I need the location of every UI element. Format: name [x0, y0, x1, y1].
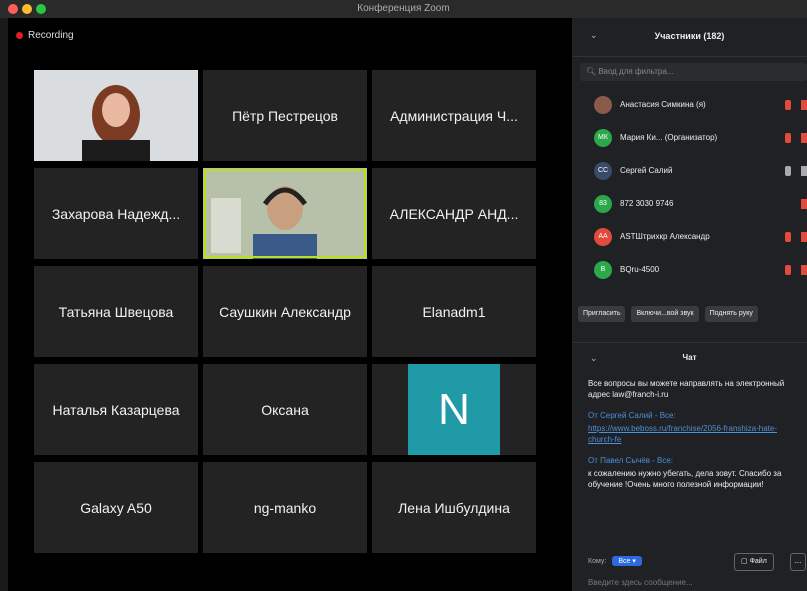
participant-row[interactable]: МК Мария Ки... (Организатор): [572, 121, 807, 154]
participant-tile[interactable]: Наталья Казарцева: [34, 364, 198, 455]
participant-name: Пётр Пестрецов: [232, 107, 338, 124]
participant-name: Оксана: [261, 401, 309, 418]
chat-messages: Все вопросы вы можете направлять на элек…: [588, 378, 798, 500]
participant-tile[interactable]: Лена Ишбулдина: [372, 462, 536, 553]
video-off-icon: [801, 132, 807, 143]
chat-recipient: Кому: Все ▾: [588, 556, 642, 566]
participant-list: Анастасия Симкина (я) МК Мария Ки... (Ор…: [572, 88, 807, 286]
window-titlebar: Конференция Zoom: [0, 0, 807, 18]
window-title: Конференция Zoom: [357, 3, 450, 14]
avatar: АА: [594, 227, 612, 246]
avatar: В: [594, 260, 612, 279]
message-sender: От Сергей Салий - Все:: [588, 411, 676, 420]
participant-label: Сергей Салий: [620, 166, 673, 175]
participant-avatar: N: [408, 364, 500, 455]
mic-icon: [785, 165, 791, 176]
unmute-button[interactable]: Включи...вой звук: [631, 306, 699, 322]
participant-video-icon: [203, 168, 367, 259]
active-speaker-video-tile[interactable]: [203, 168, 367, 259]
participants-title: Участники (182): [654, 31, 725, 41]
participant-row[interactable]: СС Сергей Салий: [572, 154, 807, 187]
search-placeholder: Ввод для фильтра...: [598, 67, 674, 76]
participant-label: Анастасия Симкина (я): [620, 100, 706, 109]
participant-label: BQru-4500: [620, 265, 660, 274]
mic-muted-icon: [785, 99, 791, 110]
participant-row[interactable]: АА ASTШтрихкр Александр: [572, 220, 807, 253]
recording-label: Recording: [28, 30, 74, 41]
to-label: Кому:: [588, 557, 607, 565]
participant-tile[interactable]: Захарова Надежд...: [34, 168, 198, 259]
participant-name: Татьяна Швецова: [58, 303, 174, 320]
participant-row[interactable]: Анастасия Симкина (я): [572, 88, 807, 121]
participant-name: Лена Ишбулдина: [398, 499, 510, 516]
video-tile[interactable]: [34, 70, 198, 161]
video-gallery: Recording Пётр Пестрецов Администрация Ч…: [8, 18, 572, 591]
chat-message: От Сергей Салий - Все: https://www.bebos…: [588, 410, 798, 445]
search-icon: 🔍︎: [586, 67, 597, 76]
participant-tile[interactable]: Оксана: [203, 364, 367, 455]
participant-name: АЛЕКСАНДР АНД...: [389, 205, 519, 222]
chat-header: ⌄ Чат: [572, 342, 807, 371]
recording-dot-icon: [16, 32, 23, 39]
video-off-icon: [801, 99, 807, 110]
participant-name: Elanadm1: [422, 303, 486, 320]
message-link[interactable]: https://www.beboss.ru/franchise/2056-fra…: [588, 423, 798, 445]
participant-tile[interactable]: Elanadm1: [372, 266, 536, 357]
participant-name: Администрация Ч...: [390, 107, 518, 124]
more-button[interactable]: ...: [790, 553, 806, 571]
participant-tile[interactable]: Саушкин Александр: [203, 266, 367, 357]
participant-label: ASTШтрихкр Александр: [620, 232, 710, 241]
participant-tile[interactable]: АЛЕКСАНДР АНД...: [372, 168, 536, 259]
file-icon: ▢: [741, 558, 748, 565]
video-off-icon: [801, 264, 807, 275]
chat-message: От Павел Сычёв - Все: к сожалению нужно …: [588, 455, 798, 490]
participant-name: Захарова Надежд...: [51, 205, 181, 222]
mic-muted-icon: [785, 231, 791, 242]
avatar: [594, 95, 612, 114]
participant-tile[interactable]: ng-manko: [203, 462, 367, 553]
message-sender: От Павел Сычёв - Все:: [588, 456, 674, 465]
video-off-icon: [801, 198, 807, 209]
chat-title: Чат: [682, 353, 697, 362]
avatar: 83: [594, 194, 612, 213]
participant-name: Galaxy A50: [80, 499, 152, 516]
participant-tile[interactable]: Пётр Пестрецов: [203, 70, 367, 161]
participant-row[interactable]: В BQru-4500: [572, 253, 807, 286]
file-button[interactable]: ▢ Файл: [734, 553, 774, 571]
recipient-select[interactable]: Все ▾: [612, 556, 642, 566]
mic-muted-icon: [785, 264, 791, 275]
chat-input[interactable]: Введите здесь сообщение...: [588, 578, 798, 587]
mic-muted-icon: [785, 132, 791, 143]
chat-message: Все вопросы вы можете направлять на элек…: [588, 378, 798, 400]
invite-button[interactable]: Пригласить: [578, 306, 626, 322]
participant-search-input[interactable]: 🔍︎ Ввод для фильтра...: [580, 63, 807, 81]
message-text: к сожалению нужно убегать, дела зовут. С…: [588, 469, 782, 489]
participant-label: Мария Ки... (Организатор): [620, 133, 718, 142]
recipient-value: Все: [618, 558, 631, 565]
file-button-label: Файл: [749, 558, 767, 565]
message-text: Все вопросы вы можете направлять на элек…: [588, 379, 785, 399]
participants-header: ⌄ Участники (182): [572, 18, 807, 57]
participant-label: 872 3030 9746: [620, 199, 674, 208]
avatar: МК: [594, 128, 612, 147]
participant-name: Саушкин Александр: [219, 303, 351, 320]
video-icon: [801, 165, 807, 176]
participant-tile[interactable]: Татьяна Швецова: [34, 266, 198, 357]
side-panel: ⌄ Участники (182) 🔍︎ Ввод для фильтра...…: [572, 18, 807, 591]
participant-tile[interactable]: N: [372, 364, 536, 455]
avatar: СС: [594, 161, 612, 180]
participant-name: ng-manko: [253, 499, 317, 516]
participant-name: Наталья Казарцева: [52, 401, 180, 418]
participant-tile[interactable]: Администрация Ч...: [372, 70, 536, 161]
recording-indicator: Recording: [16, 30, 74, 41]
raise-hand-button[interactable]: Поднять руку: [704, 306, 758, 322]
video-off-icon: [801, 231, 807, 242]
participant-row[interactable]: 83 872 3030 9746: [572, 187, 807, 220]
participant-video-icon: [34, 70, 198, 161]
participant-tile[interactable]: Galaxy A50: [34, 462, 198, 553]
participant-actions: Пригласить Включи...вой звук Поднять рук…: [578, 306, 758, 322]
